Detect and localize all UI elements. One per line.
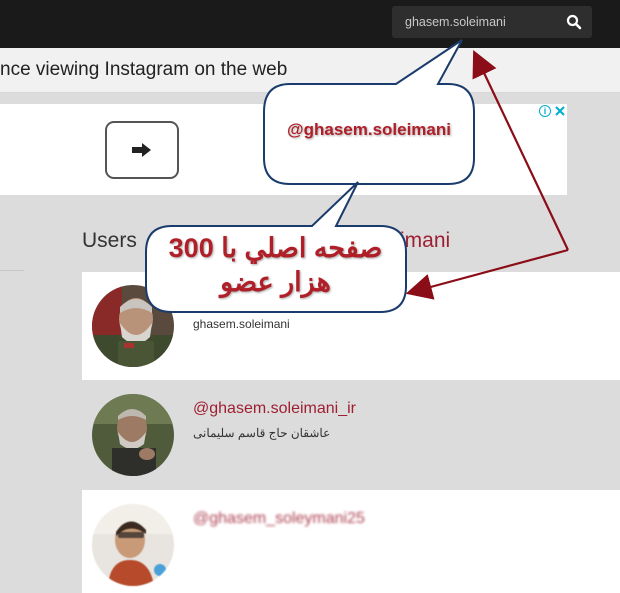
results-heading-handle: imani <box>400 229 451 252</box>
notice-text: nce viewing Instagram on the web <box>0 59 288 80</box>
user-result-card[interactable]: @ghasem.soleimani_ir عاشقان حاج قاسم سلی… <box>82 382 620 487</box>
callout-text-description: صفحه اصلي با 300 هزار عضو <box>148 231 403 299</box>
user-result-card[interactable]: @ghasem_soleymani25 <box>82 490 620 593</box>
user-subtitle: عاشقان حاج قاسم سلیمانی <box>193 426 331 440</box>
info-icon[interactable]: i <box>539 105 551 117</box>
close-icon[interactable] <box>553 104 567 118</box>
user-handle[interactable]: @ghasem.soleimani_ir <box>193 400 356 418</box>
notice-bar: nce viewing Instagram on the web <box>0 48 620 93</box>
ad-controls: i <box>539 104 567 118</box>
user-handle[interactable]: @ghasem_soleymani25 <box>193 510 365 528</box>
arrow-right-icon <box>132 143 151 157</box>
search-input[interactable]: ghasem.soleimani <box>392 6 592 38</box>
search-input-value: ghasem.soleimani <box>405 15 506 29</box>
search-icon[interactable] <box>566 14 582 30</box>
callout-line-1: صفحه اصلي با 300 <box>168 233 383 263</box>
top-navigation-bar: ghasem.soleimani <box>0 0 620 48</box>
callout-text-handle: @ghasem.soleimani <box>287 120 451 139</box>
callout-line-2: هزار عضو <box>220 267 331 297</box>
avatar[interactable] <box>92 504 174 586</box>
user-subtitle: ghasem.soleimani <box>193 317 290 331</box>
ad-arrow-button[interactable] <box>105 121 179 179</box>
results-heading: Users <box>82 229 137 252</box>
divider <box>0 270 24 271</box>
avatar[interactable] <box>92 394 174 476</box>
ad-banner[interactable]: i <box>0 104 567 195</box>
